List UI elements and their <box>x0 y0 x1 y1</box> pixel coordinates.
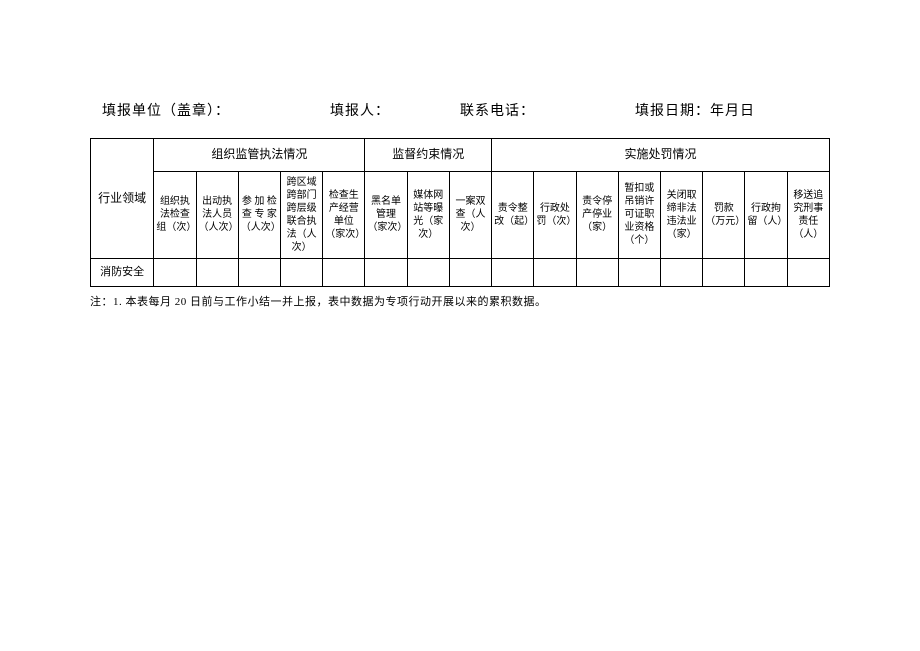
col-c4: 跨区域跨部门跨层级联合执法（人次） <box>280 171 322 258</box>
table-row: 消防安全 <box>91 258 830 286</box>
cell <box>449 258 491 286</box>
group-supervision: 组织监管执法情况 <box>154 139 365 172</box>
col-c2: 出动执法人员（人次） <box>196 171 238 258</box>
cell <box>703 258 745 286</box>
col-c5: 检查生产经营单位（家次） <box>323 171 365 258</box>
cell <box>745 258 787 286</box>
cell <box>492 258 534 286</box>
cell <box>280 258 322 286</box>
col-c6: 黑名单管理（家次） <box>365 171 407 258</box>
col-c7: 媒体网站等曝光（家次） <box>407 171 449 258</box>
col-c12: 暂扣或吊销许可证职业资格（个） <box>618 171 660 258</box>
col-c9: 责令整改（起） <box>492 171 534 258</box>
group-penalty: 实施处罚情况 <box>492 139 830 172</box>
col-c10: 行政处罚（次） <box>534 171 576 258</box>
date-label: 填报日期：年月日 <box>635 100 755 120</box>
phone-label: 联系电话： <box>460 100 535 120</box>
col-c13: 关闭取缔非法违法业（家） <box>660 171 702 258</box>
cell <box>238 258 280 286</box>
form-header: 填报单位（盖章）： 填报人： 联系电话： 填报日期：年月日 <box>90 100 830 120</box>
col-industry: 行业领域 <box>91 139 154 259</box>
unit-label: 填报单位（盖章）： <box>102 100 230 120</box>
col-c8: 一案双查（人次） <box>449 171 491 258</box>
cell <box>660 258 702 286</box>
statistics-table: 行业领域 组织监管执法情况 监督约束情况 实施处罚情况 组织执法检查组（次） 出… <box>90 138 830 287</box>
col-c1: 组织执法检查组（次） <box>154 171 196 258</box>
cell <box>407 258 449 286</box>
reporter-label: 填报人： <box>330 100 390 120</box>
cell <box>196 258 238 286</box>
cell <box>787 258 829 286</box>
cell <box>576 258 618 286</box>
col-c11: 责令停产停业（家） <box>576 171 618 258</box>
cell <box>534 258 576 286</box>
cell <box>323 258 365 286</box>
cell <box>618 258 660 286</box>
footnote: 注：1. 本表每月 20 日前与工作小结一并上报，表中数据为专项行动开展以来的累… <box>90 293 830 309</box>
cell <box>365 258 407 286</box>
col-c15: 行政拘留（人） <box>745 171 787 258</box>
group-constraint: 监督约束情况 <box>365 139 492 172</box>
col-c3: 参 加 检查 专 家（人次） <box>238 171 280 258</box>
cell <box>154 258 196 286</box>
col-c14: 罚款（万元） <box>703 171 745 258</box>
row-category: 消防安全 <box>91 258 154 286</box>
col-c16: 移送追究刑事责任（人） <box>787 171 829 258</box>
